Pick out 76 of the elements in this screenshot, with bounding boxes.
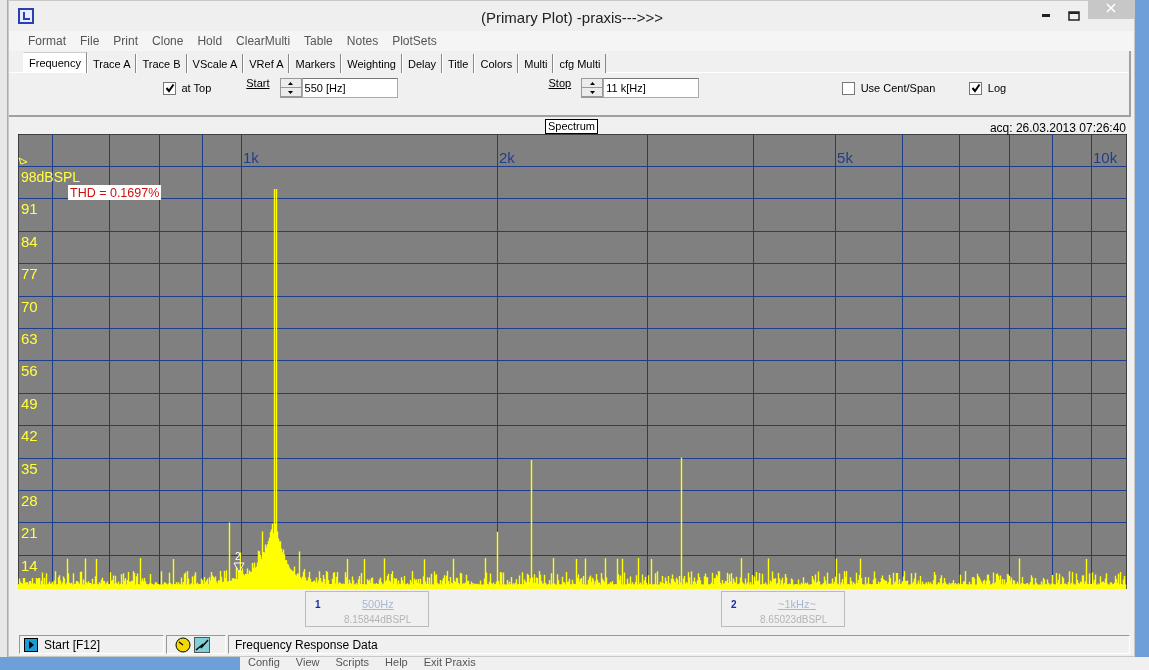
- checkbox[interactable]: [163, 81, 176, 95]
- gauge-icon[interactable]: [175, 636, 191, 653]
- tab[interactable]: VRef A: [243, 54, 290, 74]
- marker-label: 2: [235, 550, 241, 562]
- checkbox-label: Use Cent/Span: [860, 81, 936, 97]
- axis-label: 49: [21, 394, 38, 412]
- checkbox[interactable]: [969, 81, 983, 95]
- field-label[interactable]: Start: [246, 75, 270, 92]
- marker-reading: 8.65023dBSPL: [760, 612, 828, 627]
- menu-item[interactable]: PlotSets: [385, 32, 444, 51]
- axis-label: 28: [21, 491, 38, 509]
- spin-button[interactable]: [581, 78, 604, 99]
- menu-item[interactable]: Exit Praxis: [415, 657, 484, 670]
- axis-label: 1k: [243, 148, 259, 166]
- menu-item[interactable]: Hold: [190, 32, 230, 51]
- close-icon: [1106, 2, 1116, 13]
- checkbox[interactable]: [842, 81, 856, 95]
- menu-item[interactable]: Format: [21, 32, 73, 51]
- axis-label: 2k: [498, 148, 515, 166]
- axis-label: 10k: [1093, 148, 1118, 166]
- axis-label: 70: [21, 297, 38, 315]
- axis-label: 42: [21, 426, 38, 444]
- timestamp: acq: 26.03.2013 07:26:40: [989, 119, 1126, 137]
- tab[interactable]: Multi: [518, 54, 554, 74]
- menu-item[interactable]: Table: [297, 32, 340, 51]
- down-arrow-icon[interactable]: [288, 90, 293, 94]
- axis-label: 63: [21, 329, 38, 347]
- lightning-icon[interactable]: [193, 636, 210, 653]
- menu-item[interactable]: ClearMulti: [229, 32, 298, 51]
- tab[interactable]: Delay: [401, 54, 443, 74]
- axis-label: 35: [21, 459, 38, 477]
- menu-item[interactable]: Help: [377, 657, 416, 670]
- axis-label: 21: [21, 524, 38, 542]
- axis-label: 56: [21, 362, 38, 379]
- checkbox-label: at Top: [181, 81, 212, 97]
- marker-icon: [233, 562, 245, 573]
- menu-item[interactable]: View: [287, 657, 328, 670]
- up-arrow-icon[interactable]: [589, 81, 595, 85]
- app-icon: [17, 6, 35, 25]
- minimize-icon: [1042, 14, 1050, 18]
- input-field[interactable]: 550 [Hz]: [301, 78, 398, 99]
- tab[interactable]: Trace A: [87, 54, 137, 74]
- plot-title: Spectrum: [544, 118, 599, 134]
- menu-item[interactable]: File: [73, 32, 107, 51]
- marker-number: 1: [315, 597, 321, 612]
- status-message: Frequency Response Data: [234, 636, 378, 654]
- down-arrow-icon[interactable]: [589, 90, 595, 94]
- maximize-icon: [1068, 10, 1080, 21]
- checkbox-label: Log: [987, 81, 1007, 97]
- tab[interactable]: VScale A: [186, 54, 244, 74]
- play-icon: [24, 637, 38, 652]
- tab[interactable]: Frequency: [23, 52, 87, 74]
- axis-label: 84: [21, 232, 38, 250]
- marker-number: 2: [731, 597, 737, 612]
- tab[interactable]: Colors: [474, 54, 519, 74]
- menu-item[interactable]: Clone: [145, 32, 191, 51]
- menu-item[interactable]: Config: [240, 657, 288, 670]
- tab[interactable]: Trace B: [136, 54, 187, 74]
- field-label[interactable]: Stop: [548, 75, 572, 92]
- tab[interactable]: Title: [442, 54, 475, 74]
- tab[interactable]: cfg Multi: [553, 54, 607, 74]
- tab[interactable]: Weighting: [341, 54, 402, 74]
- marker-icon: [18, 157, 28, 165]
- menu-item[interactable]: Notes: [339, 32, 386, 51]
- tab[interactable]: Markers: [289, 54, 342, 74]
- window-title: (Primary Plot) -praxis--->>>: [481, 8, 664, 28]
- menu-item[interactable]: Print: [106, 32, 146, 51]
- input-field[interactable]: 11 k[Hz]: [603, 78, 700, 99]
- axis-label: 91: [21, 200, 38, 217]
- up-arrow-icon[interactable]: [288, 81, 293, 85]
- axis-label: 14: [21, 556, 38, 574]
- menu-item[interactable]: Scripts: [327, 657, 378, 670]
- axis-label: 77: [21, 264, 38, 282]
- marker-reading: 8.15844dBSPL: [344, 612, 412, 627]
- axis-label: 5k: [837, 148, 853, 166]
- spin-button[interactable]: [279, 78, 302, 99]
